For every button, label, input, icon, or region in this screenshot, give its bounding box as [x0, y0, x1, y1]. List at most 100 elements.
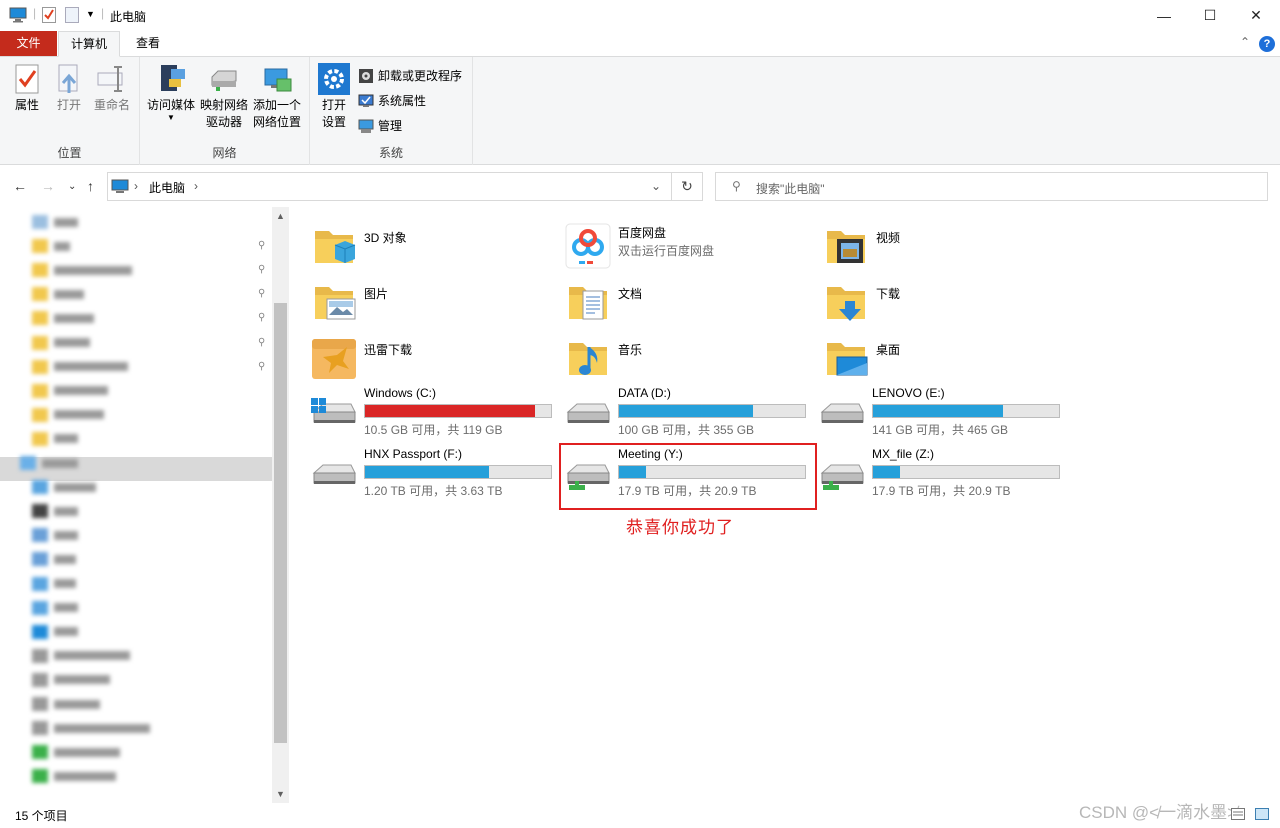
nav-item[interactable]: [32, 236, 70, 256]
pin-icon[interactable]: ⚲: [258, 337, 266, 348]
nav-item[interactable]: [32, 381, 108, 401]
minimize-button[interactable]: —: [1141, 0, 1187, 31]
help-icon[interactable]: ?: [1259, 36, 1275, 52]
computer-icon[interactable]: [9, 7, 27, 26]
back-button[interactable]: ←: [13, 178, 27, 194]
title-bar: | ▼ | 此电脑 — ☐ ✕: [0, 0, 1280, 31]
nav-item[interactable]: [32, 670, 110, 690]
open-settings-button[interactable]: 打开 设置: [317, 63, 351, 131]
properties-quick-icon[interactable]: [42, 7, 56, 26]
forward-button[interactable]: →: [41, 178, 55, 194]
recent-locations-button[interactable]: ⌄: [68, 181, 76, 192]
search-input[interactable]: 搜索"此电脑": [756, 180, 825, 197]
address-bar[interactable]: › 此电脑 › ⌄: [107, 172, 672, 201]
nav-item[interactable]: [32, 598, 78, 618]
folder-item[interactable]: 3D 对象: [295, 219, 545, 271]
nav-item[interactable]: [32, 284, 84, 304]
search-box[interactable]: ⚲ 搜索"此电脑": [715, 172, 1268, 201]
folder-name: 文档: [618, 287, 643, 301]
nav-scrollbar[interactable]: ▲ ▼: [272, 207, 289, 803]
settings-gear-icon: [318, 63, 350, 95]
nav-item[interactable]: [32, 694, 100, 714]
nav-item[interactable]: [32, 333, 90, 353]
open-icon: [53, 63, 85, 95]
folder-item[interactable]: 下载: [807, 275, 1057, 327]
tab-computer[interactable]: 计算机: [58, 31, 120, 57]
nav-item[interactable]: [32, 766, 116, 786]
customize-toolbar-icon[interactable]: ▼: [86, 9, 95, 19]
manage-icon: [358, 118, 374, 134]
nav-item[interactable]: [32, 501, 78, 521]
drive-item[interactable]: LENOVO (E:) 141 GB 可用，共 465 GB: [803, 386, 1060, 444]
pin-icon[interactable]: ⚲: [258, 240, 266, 251]
details-view-icon[interactable]: [1231, 808, 1245, 823]
folder-subtitle: 双击运行百度网盘: [618, 244, 715, 258]
maximize-button[interactable]: ☐: [1187, 0, 1233, 31]
nav-item[interactable]: [32, 357, 128, 377]
hard-drive-icon: [565, 398, 611, 430]
uninstall-icon: [358, 68, 374, 84]
chevron-right-icon: ›: [134, 179, 138, 193]
folder-item[interactable]: 文档: [549, 275, 799, 327]
folder-item[interactable]: 视频: [807, 219, 1057, 271]
chevron-right-icon[interactable]: ›: [194, 179, 198, 193]
new-folder-quick-icon[interactable]: [65, 7, 79, 26]
manage-label: 管理: [378, 119, 403, 133]
pin-icon[interactable]: ⚲: [258, 288, 266, 299]
nav-item[interactable]: [32, 429, 78, 449]
pin-icon[interactable]: ⚲: [258, 264, 266, 275]
nav-item[interactable]: [32, 574, 76, 594]
breadcrumb-this-pc[interactable]: 此电脑: [149, 179, 185, 196]
manage-button[interactable]: 管理: [358, 117, 402, 134]
dropdown-arrow-icon: ▼: [167, 113, 175, 122]
tab-view[interactable]: 查看: [124, 31, 172, 57]
open-settings-label-2: 设置: [321, 115, 346, 129]
nav-item[interactable]: [32, 525, 78, 545]
nav-item[interactable]: [32, 646, 130, 666]
nav-item[interactable]: [32, 477, 96, 497]
hard-drive-icon: [819, 398, 865, 430]
open-button[interactable]: 打开: [52, 63, 86, 114]
nav-item[interactable]: [32, 212, 78, 232]
nav-item[interactable]: [32, 260, 132, 280]
drive-item[interactable]: DATA (D:) 100 GB 可用，共 355 GB: [549, 386, 806, 444]
drive-item[interactable]: HNX Passport (F:) 1.20 TB 可用，共 3.63 TB: [295, 447, 552, 505]
nav-item[interactable]: [32, 622, 78, 642]
uninstall-programs-button[interactable]: 卸载或更改程序: [358, 67, 462, 84]
scroll-down-icon[interactable]: ▼: [276, 789, 285, 799]
nav-item[interactable]: [32, 549, 76, 569]
large-icons-view-icon[interactable]: [1255, 808, 1269, 823]
nav-item[interactable]: [32, 742, 120, 762]
nav-item[interactable]: [20, 453, 78, 473]
up-button[interactable]: ↑: [87, 178, 94, 194]
folder-item[interactable]: 图片: [295, 275, 545, 327]
scroll-thumb[interactable]: [274, 303, 287, 743]
folder-item[interactable]: 桌面: [807, 331, 1057, 383]
close-button[interactable]: ✕: [1233, 0, 1279, 31]
refresh-button[interactable]: ↻: [672, 172, 703, 201]
nav-item[interactable]: [32, 308, 94, 328]
map-network-drive-button[interactable]: 映射网络 驱动器: [199, 63, 249, 131]
system-properties-button[interactable]: 系统属性: [358, 92, 426, 109]
properties-button[interactable]: 属性: [10, 63, 44, 114]
add-network-location-button[interactable]: 添加一个 网络位置: [251, 63, 303, 131]
open-label: 打开: [56, 98, 81, 112]
folder-item[interactable]: 百度网盘 双击运行百度网盘: [549, 219, 799, 271]
scroll-up-icon[interactable]: ▲: [276, 211, 285, 221]
pin-icon[interactable]: ⚲: [258, 312, 266, 323]
open-settings-label-1: 打开: [321, 98, 346, 112]
folder-item[interactable]: 音乐: [549, 331, 799, 383]
pin-icon[interactable]: ⚲: [258, 361, 266, 372]
folder-item[interactable]: 迅雷下载: [295, 331, 545, 383]
rename-button[interactable]: 重命名: [92, 63, 132, 114]
tab-file[interactable]: 文件: [0, 31, 57, 56]
nav-item[interactable]: [32, 405, 104, 425]
address-dropdown-icon[interactable]: ⌄: [651, 179, 661, 193]
drive-item[interactable]: Windows (C:) 10.5 GB 可用，共 119 GB: [295, 386, 552, 444]
drive-item[interactable]: MX_file (Z:) 17.9 TB 可用，共 20.9 TB: [803, 447, 1060, 505]
nav-item[interactable]: [32, 718, 150, 738]
access-media-button[interactable]: 访问媒体 ▼: [146, 63, 196, 122]
3d-objects-folder-icon: [311, 223, 357, 269]
drive-free-space: 17.9 TB 可用，共 20.9 TB: [872, 484, 1011, 498]
collapse-ribbon-icon[interactable]: ⌃: [1240, 35, 1250, 49]
